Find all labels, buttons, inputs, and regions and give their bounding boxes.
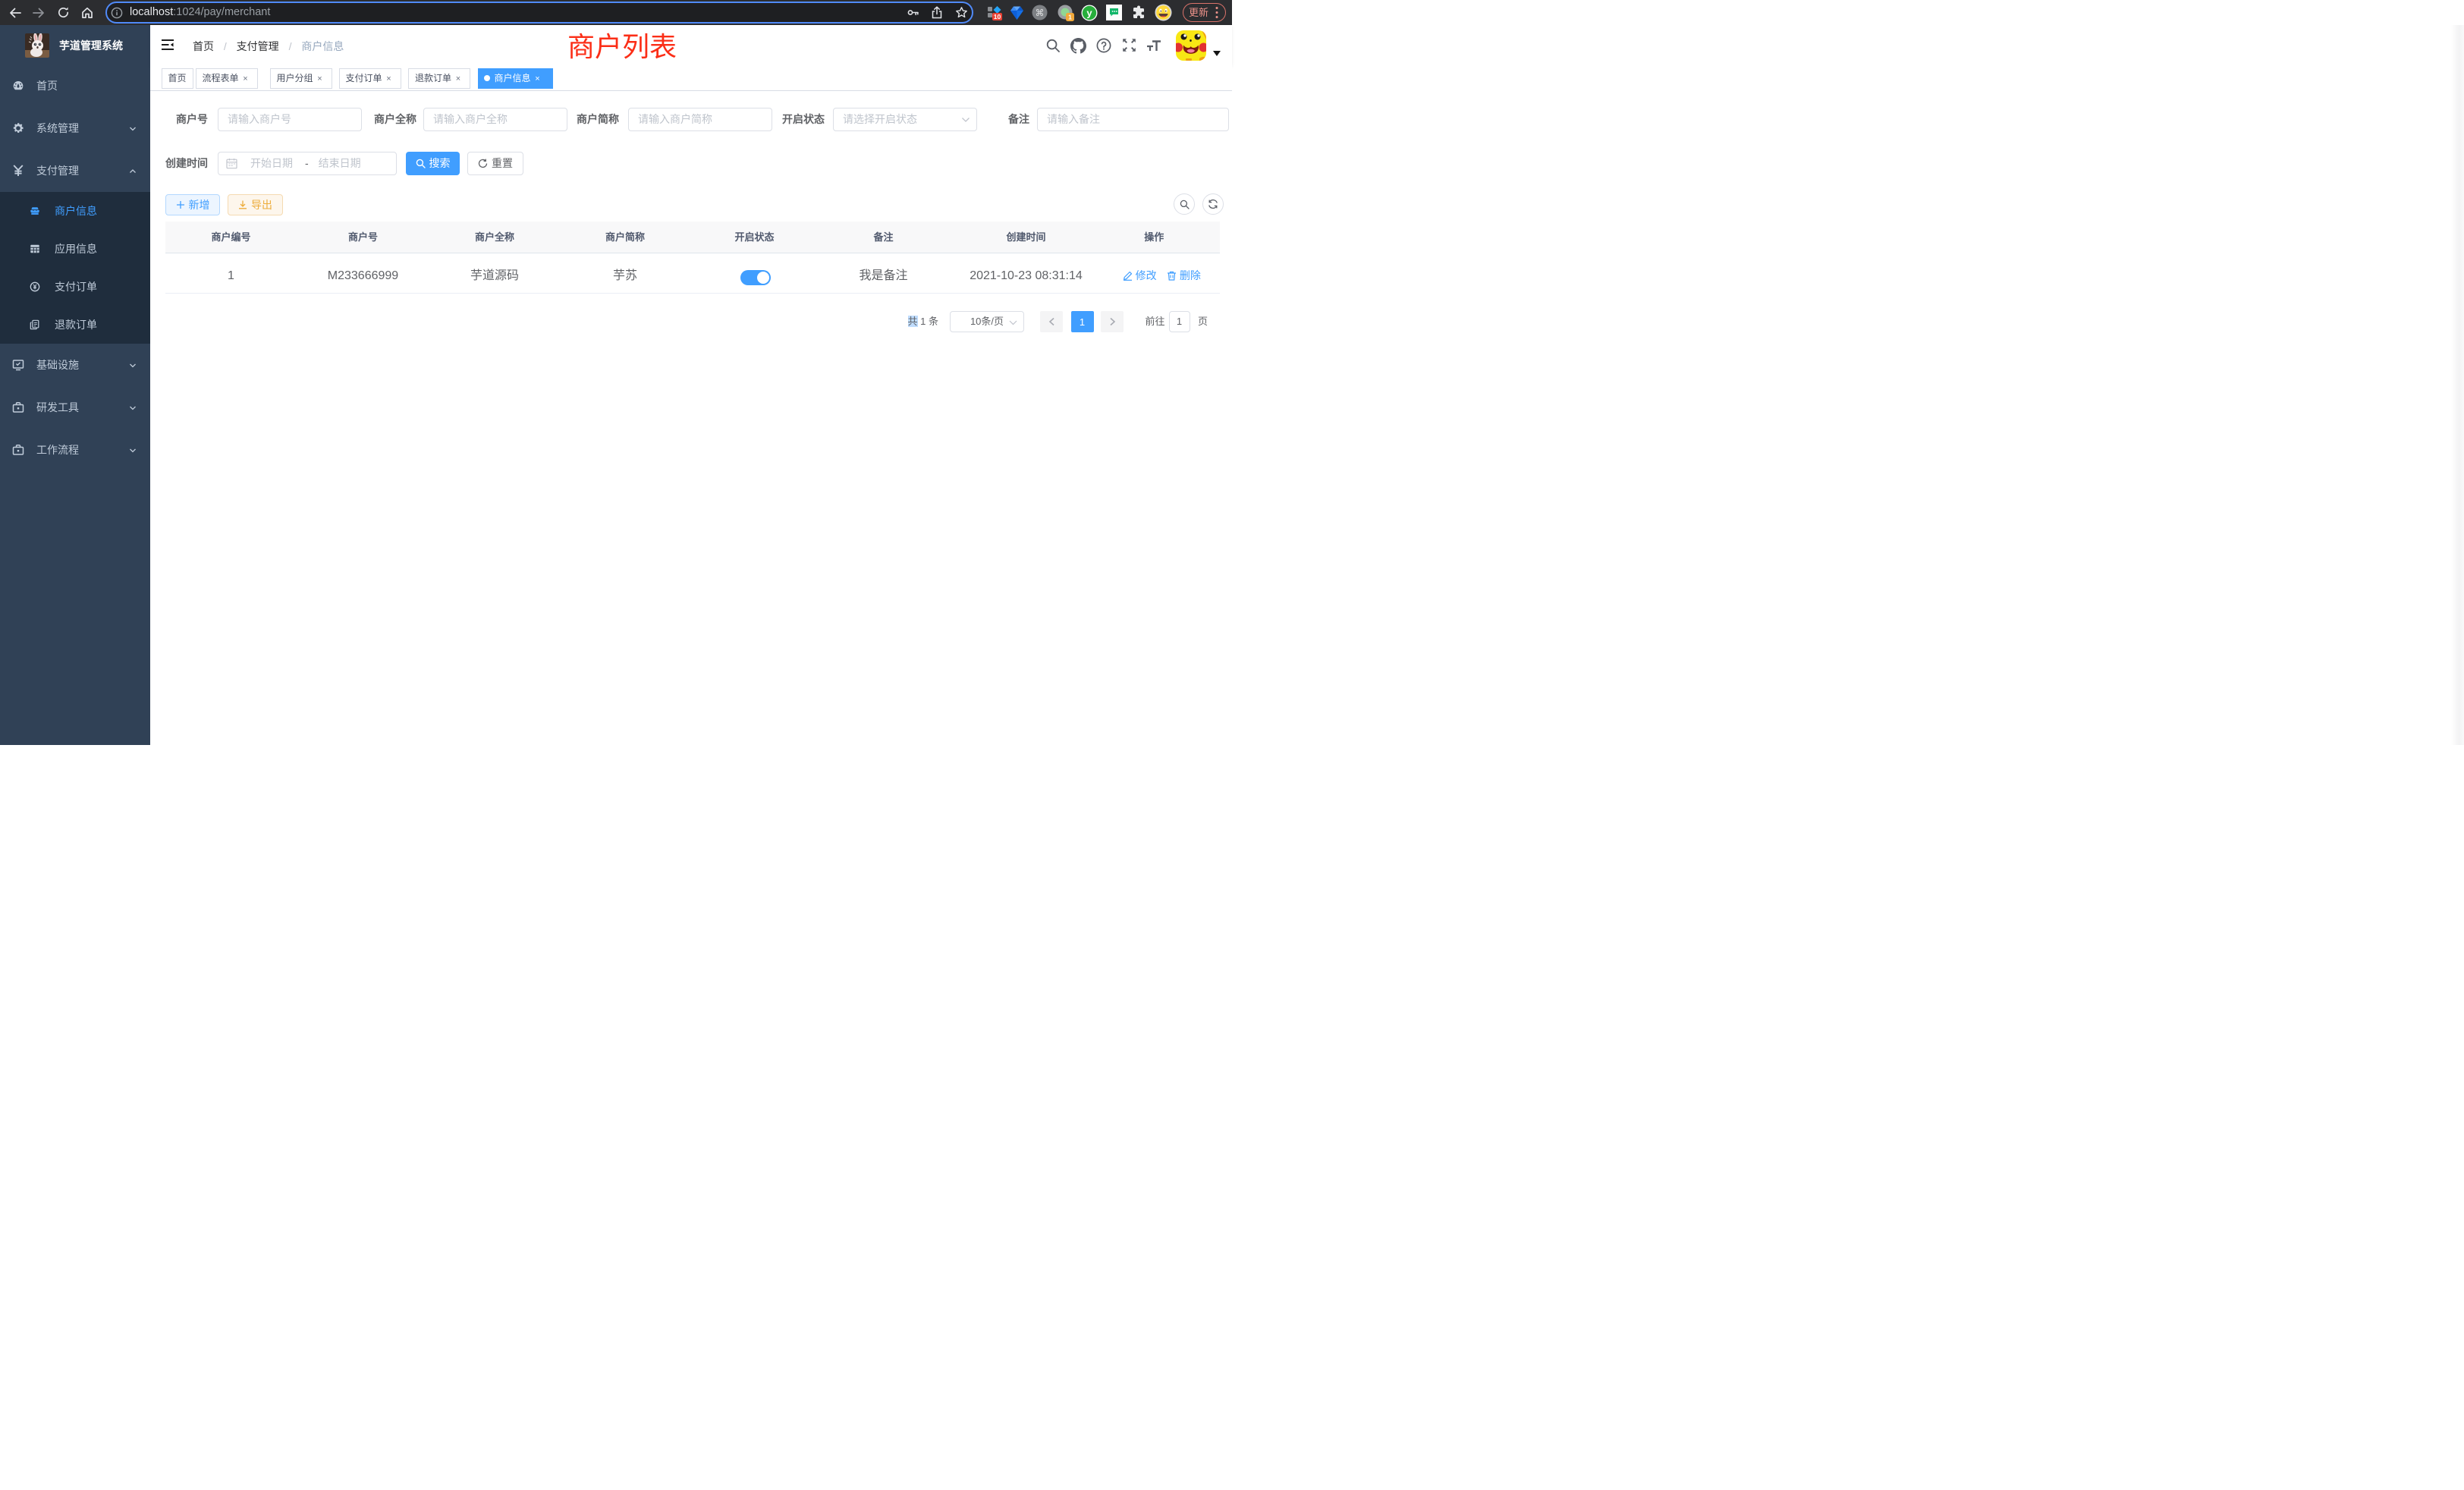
svg-text:1: 1	[1068, 13, 1072, 20]
svg-text:y: y	[1086, 7, 1092, 18]
svg-text:⌘: ⌘	[1035, 8, 1044, 18]
svg-text:10: 10	[994, 13, 1001, 20]
